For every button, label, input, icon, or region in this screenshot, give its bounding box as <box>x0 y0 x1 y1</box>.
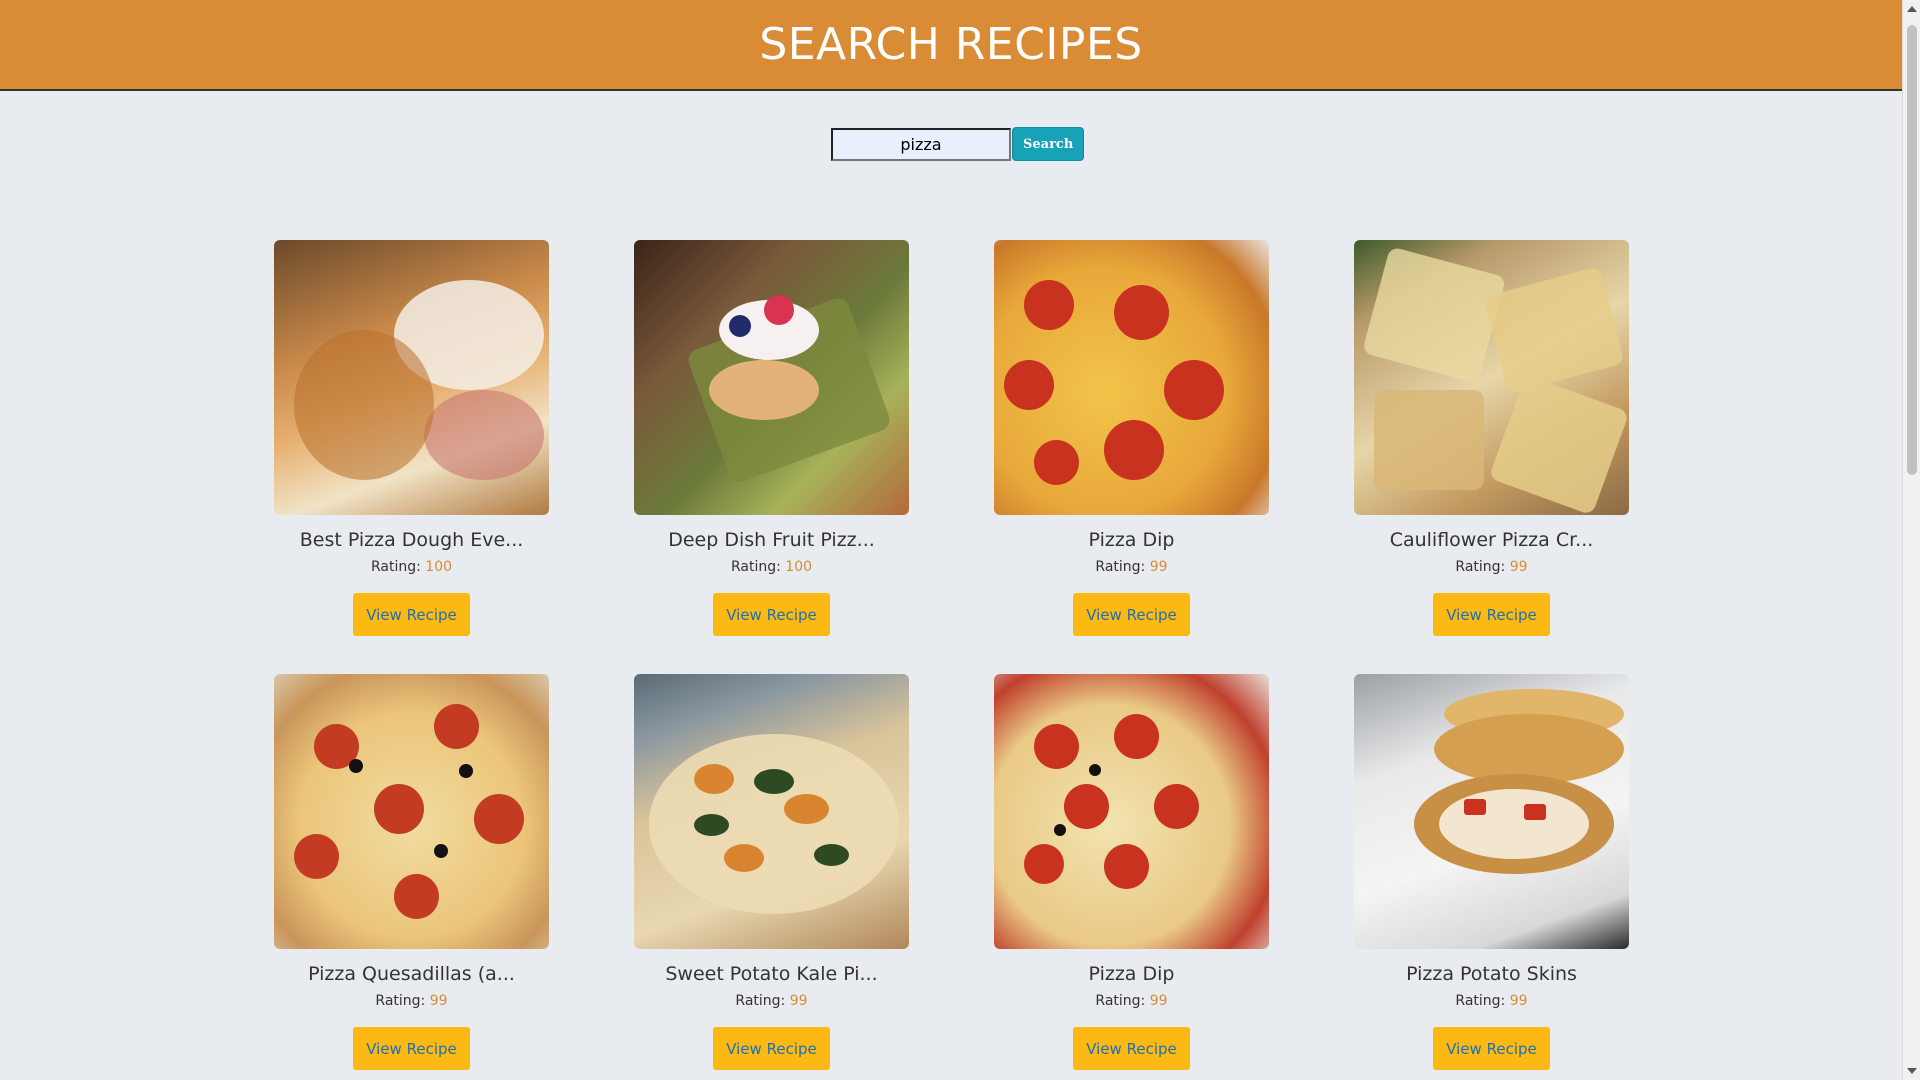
recipe-title: Pizza Dip <box>1088 963 1175 985</box>
rating-label: Rating: <box>735 993 786 1009</box>
recipe-card: Pizza Quesadillas (a... Rating: 99 View … <box>274 674 549 1070</box>
recipe-title: Cauliflower Pizza Cr... <box>1389 529 1594 551</box>
rating-label: Rating: <box>1455 559 1506 575</box>
recipe-image[interactable] <box>274 240 549 515</box>
recipe-rating: Rating: 99 <box>375 993 447 1013</box>
rating-label: Rating: <box>370 559 421 575</box>
search-bar: Search <box>831 127 1085 161</box>
search-input[interactable] <box>831 127 1011 161</box>
rating-label: Rating: <box>1455 993 1506 1009</box>
rating-value: 99 <box>1509 993 1528 1009</box>
rating-label: Rating: <box>1095 559 1146 575</box>
recipe-image[interactable] <box>634 674 909 949</box>
recipe-card: Pizza Potato Skins Rating: 99 View Recip… <box>1354 674 1629 1070</box>
recipe-card: Sweet Potato Kale Pi... Rating: 99 View … <box>634 674 909 1070</box>
recipe-image[interactable] <box>634 240 909 515</box>
rating-value: 99 <box>789 993 808 1009</box>
recipe-card: Cauliflower Pizza Cr... Rating: 99 View … <box>1354 240 1629 636</box>
rating-label: Rating: <box>1095 993 1146 1009</box>
view-recipe-button[interactable]: View Recipe <box>1073 593 1190 636</box>
recipe-rating: Rating: 99 <box>1095 993 1167 1013</box>
page-title: SEARCH RECIPES <box>759 19 1143 70</box>
page-header: SEARCH RECIPES <box>0 0 1902 91</box>
rating-value: 99 <box>429 993 448 1009</box>
recipe-title: Best Pizza Dough Eve... <box>299 529 524 551</box>
recipe-rating: Rating: 100 <box>371 559 452 579</box>
recipe-image[interactable] <box>994 240 1269 515</box>
recipe-image[interactable] <box>994 674 1269 949</box>
rating-label: Rating: <box>375 993 426 1009</box>
rating-value: 99 <box>1149 993 1168 1009</box>
recipe-image[interactable] <box>274 674 549 949</box>
rating-value: 100 <box>425 559 453 575</box>
scrollbar-thumb[interactable] <box>1907 25 1917 475</box>
recipe-title: Pizza Dip <box>1088 529 1175 551</box>
recipe-rating: Rating: 99 <box>1455 559 1527 579</box>
view-recipe-button[interactable]: View Recipe <box>1433 1027 1550 1070</box>
recipe-card: Pizza Dip Rating: 99 View Recipe <box>994 674 1269 1070</box>
rating-value: 100 <box>785 559 813 575</box>
recipe-rating: Rating: 100 <box>731 559 812 579</box>
recipe-rating: Rating: 99 <box>735 993 807 1013</box>
recipe-title: Deep Dish Fruit Pizz... <box>668 529 875 551</box>
view-recipe-button[interactable]: View Recipe <box>1433 593 1550 636</box>
scroll-down-icon[interactable] <box>1907 1068 1917 1074</box>
view-recipe-button[interactable]: View Recipe <box>713 1027 830 1070</box>
rating-value: 99 <box>1149 559 1168 575</box>
recipe-title: Pizza Potato Skins <box>1406 963 1577 985</box>
search-button[interactable]: Search <box>1012 127 1085 161</box>
recipe-title: Pizza Quesadillas (a... <box>308 963 515 985</box>
view-recipe-button[interactable]: View Recipe <box>353 1027 470 1070</box>
view-recipe-button[interactable]: View Recipe <box>713 593 830 636</box>
recipe-rating: Rating: 99 <box>1455 993 1527 1013</box>
recipe-card: Deep Dish Fruit Pizz... Rating: 100 View… <box>634 240 909 636</box>
rating-label: Rating: <box>730 559 781 575</box>
rating-value: 99 <box>1509 559 1528 575</box>
recipe-image[interactable] <box>1354 674 1629 949</box>
view-recipe-button[interactable]: View Recipe <box>353 593 470 636</box>
recipe-card: Pizza Dip Rating: 99 View Recipe <box>994 240 1269 636</box>
recipe-title: Sweet Potato Kale Pi... <box>665 963 878 985</box>
vertical-scrollbar[interactable] <box>1902 0 1920 1080</box>
view-recipe-button[interactable]: View Recipe <box>1073 1027 1190 1070</box>
recipe-card: Best Pizza Dough Eve... Rating: 100 View… <box>274 240 549 636</box>
recipe-grid: Best Pizza Dough Eve... Rating: 100 View… <box>274 240 1629 1070</box>
recipe-image[interactable] <box>1354 240 1629 515</box>
scroll-up-icon[interactable] <box>1907 6 1917 12</box>
recipe-rating: Rating: 99 <box>1095 559 1167 579</box>
